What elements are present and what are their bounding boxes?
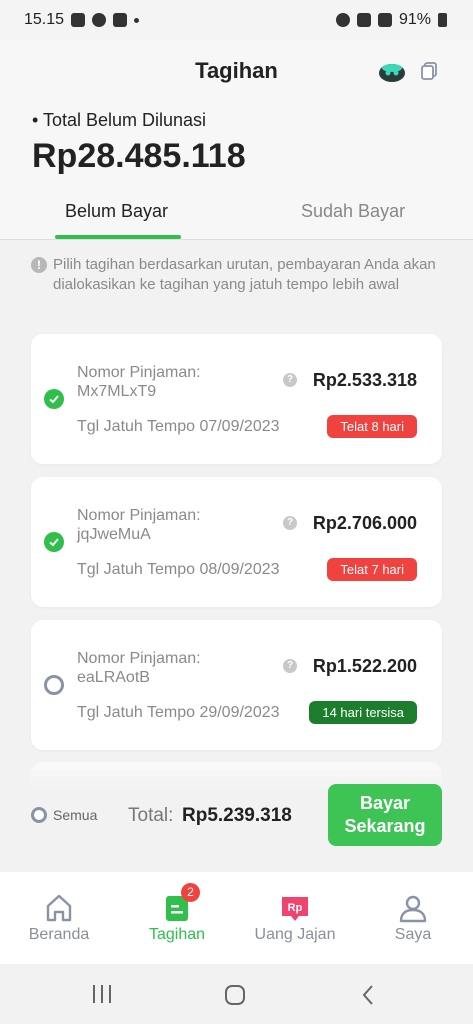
loan-number: Nomor Pinjaman: eaLRAotB	[77, 649, 201, 687]
recent-apps-icon[interactable]	[90, 984, 114, 1004]
4g-signal-icon	[377, 13, 392, 27]
home-icon	[46, 894, 72, 922]
battery-percent: 91%	[398, 11, 431, 28]
pay-now-line1: Bayar	[359, 793, 411, 813]
status-badge: 14 hari tersisa	[309, 701, 417, 724]
info-icon: !	[31, 257, 47, 273]
notification-badge: 2	[181, 883, 200, 902]
selected-total-label: Total:	[128, 805, 174, 826]
status-bar-left: 15.15	[24, 11, 140, 29]
loan-card[interactable]: Nomor Pinjaman: Mx7MLxT9 ? Rp2.533.318 T…	[31, 334, 442, 464]
gallery-icon	[71, 13, 86, 27]
system-navigation-bar	[0, 964, 473, 1024]
pay-now-button[interactable]: Bayar Sekarang	[328, 784, 442, 846]
status-bar: 15.15 91%	[0, 0, 473, 40]
nav-pocket-money-label: Uang Jajan	[254, 926, 336, 943]
svg-text:Rp: Rp	[288, 902, 303, 914]
tab-divider	[0, 239, 473, 240]
home-button-icon[interactable]	[224, 984, 246, 1006]
loan-number-label: Nomor Pinjaman:	[77, 507, 201, 524]
status-bar-right: 91%	[335, 11, 447, 29]
due-date: Tgl Jatuh Tempo 07/09/2023	[77, 418, 280, 435]
nav-bills-label: Tagihan	[148, 926, 206, 943]
status-badge: Telat 8 hari	[327, 415, 417, 438]
loan-number-label: Nomor Pinjaman:	[77, 650, 201, 667]
info-note: Pilih tagihan berdasarkan urutan, pembay…	[53, 256, 436, 293]
unchecked-checkbox-icon[interactable]	[44, 675, 64, 695]
status-badge: Telat 7 hari	[327, 558, 417, 581]
nav-bills[interactable]: 2 Tagihan	[118, 872, 236, 964]
checked-checkbox-icon[interactable]	[44, 389, 64, 409]
chatbot-icon[interactable]	[378, 60, 406, 82]
loan-number-value: Mx7MLxT9	[77, 383, 157, 400]
tab-paid[interactable]: Sudah Bayar	[301, 201, 405, 222]
nav-pocket-money[interactable]: Rp Uang Jajan	[236, 872, 354, 964]
loan-number: Nomor Pinjaman: Mx7MLxT9	[77, 363, 201, 401]
loan-number-label: Nomor Pinjaman:	[77, 364, 201, 381]
nav-home-label: Beranda	[28, 926, 90, 943]
loan-card[interactable]: Nomor Pinjaman: eaLRAotB ? Rp1.522.200 T…	[31, 620, 442, 750]
help-icon[interactable]: ?	[283, 516, 297, 530]
tab-unpaid[interactable]: Belum Bayar	[65, 201, 168, 222]
bottom-navigation: Beranda 2 Tagihan Rp Uang Jajan Saya	[0, 872, 473, 964]
loan-number: Nomor Pinjaman: jqJweMuA	[77, 506, 201, 544]
nav-profile-label: Saya	[394, 926, 432, 943]
nav-home[interactable]: Beranda	[0, 872, 118, 964]
select-all-label[interactable]: Semua	[53, 807, 97, 823]
mute-icon	[356, 13, 371, 27]
status-time: 15.15	[24, 11, 65, 28]
help-icon[interactable]: ?	[283, 659, 297, 673]
loan-amount: Rp2.706.000	[312, 513, 417, 533]
nav-profile[interactable]: Saya	[354, 872, 472, 964]
due-date: Tgl Jatuh Tempo 08/09/2023	[77, 561, 280, 578]
help-icon[interactable]: ?	[283, 373, 297, 387]
loan-number-value: eaLRAotB	[77, 669, 150, 686]
loan-amount: Rp2.533.318	[312, 370, 417, 390]
loan-number-value: jqJweMuA	[77, 526, 151, 543]
more-notifications-icon	[134, 17, 140, 23]
selected-total-amount: Rp5.239.318	[182, 805, 292, 826]
loan-card[interactable]: Nomor Pinjaman: jqJweMuA ? Rp2.706.000 T…	[31, 477, 442, 607]
pay-now-line2: Sekarang	[344, 816, 426, 836]
loan-amount: Rp1.522.200	[312, 656, 417, 676]
alarm-icon	[335, 13, 350, 27]
total-unpaid-label: • Total Belum Dilunasi	[32, 110, 207, 130]
checked-checkbox-icon[interactable]	[44, 532, 64, 552]
due-date: Tgl Jatuh Tempo 29/09/2023	[77, 704, 280, 721]
back-icon[interactable]	[360, 984, 376, 1006]
total-unpaid-amount: Rp28.485.118	[32, 137, 246, 175]
profile-icon	[399, 895, 427, 923]
select-all-radio-icon[interactable]	[31, 807, 47, 823]
battery-icon	[438, 13, 447, 27]
copy-icon[interactable]	[419, 61, 439, 81]
chrome-icon	[92, 13, 107, 27]
pocket-money-icon: Rp	[282, 897, 308, 921]
instagram-icon	[113, 13, 128, 27]
